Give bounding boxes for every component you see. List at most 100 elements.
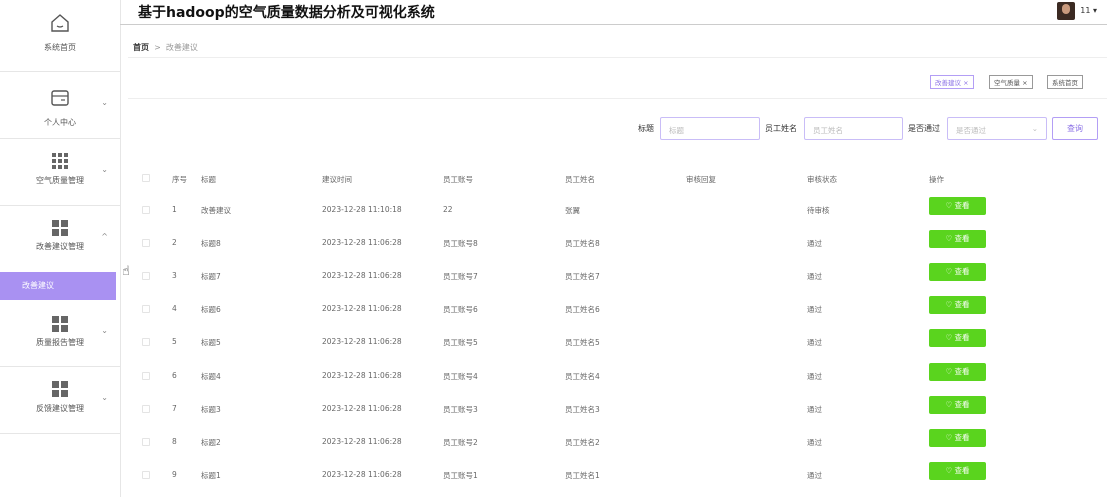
cell-time: 2023-12-28 11:06:28	[322, 436, 402, 446]
sidebar-item-label: 反馈建议管理	[36, 404, 84, 413]
pass-label: 是否通过	[908, 124, 940, 133]
cell-account: 员工账号6	[443, 305, 478, 315]
column-header: 建议时间	[322, 175, 352, 184]
tab-home[interactable]: 系统首页	[1047, 75, 1083, 89]
cell-name: 员工姓名3	[565, 404, 600, 414]
select-all-checkbox[interactable]	[142, 174, 150, 182]
breadcrumb: 首页 > 改善建议	[133, 42, 198, 53]
breadcrumb-separator: >	[154, 43, 161, 52]
row-checkbox[interactable]	[142, 371, 150, 380]
view-button[interactable]: ♡ 查看	[929, 362, 986, 381]
tab-air-quality[interactable]: 空气质量 ×	[989, 75, 1033, 89]
user-menu[interactable]: 11 ▾	[1080, 6, 1097, 15]
view-button[interactable]: ♡ 查看	[929, 395, 986, 414]
cell-title: 标题6	[201, 305, 221, 315]
cell-account: 员工账号8	[443, 239, 478, 249]
cell-title: 标题5	[201, 338, 221, 348]
breadcrumb-home[interactable]: 首页	[133, 43, 149, 52]
table-row: 9 标题1 2023-12-28 11:06:28 员工账号1 员工姓名1 通过 ♡ 查看	[128, 458, 1107, 491]
pass-select-value: 是否通过	[956, 126, 986, 135]
search-button[interactable]: 查询	[1052, 117, 1098, 140]
view-button[interactable]: ♡ 查看	[929, 230, 986, 249]
column-header: 员工姓名	[565, 175, 595, 184]
sidebar-item-personal[interactable]: ⌄ 个人中心	[0, 72, 120, 139]
row-checkbox[interactable]	[142, 206, 150, 214]
view-button[interactable]: ♡ 查看	[929, 461, 986, 480]
cell-time: 2023-12-28 11:06:28	[322, 271, 402, 281]
table-row: 7 标题3 2023-12-28 11:06:28 员工账号3 员工姓名3 通过 ♡ 查看	[128, 392, 1107, 425]
title-input[interactable]: 标题	[660, 117, 760, 140]
cell-status: 待审核	[807, 206, 830, 215]
view-button[interactable]: ♡ 查看	[929, 197, 986, 215]
app-title: 基于hadoop的空气质量数据分析及可视化系统	[138, 5, 435, 21]
apps-icon	[52, 316, 68, 332]
sidebar-item-air-quality[interactable]: ⌄ 空气质量管理	[0, 139, 120, 206]
sidebar-item-label: 个人中心	[44, 118, 76, 127]
hand-cursor-icon: ☝	[122, 264, 130, 279]
employee-name-label: 员工姓名	[765, 124, 797, 133]
tab-suggestion[interactable]: 改善建议 ×	[930, 75, 974, 89]
cell-time: 2023-12-28 11:06:28	[322, 370, 402, 380]
column-header: 标题	[201, 175, 216, 184]
cell-status: 通过	[807, 437, 822, 447]
sidebar-subitem-suggestion[interactable]: 改善建议	[0, 272, 116, 300]
cell-time: 2023-12-28 11:06:28	[322, 304, 402, 314]
grid-icon	[52, 153, 68, 169]
cell-title: 标题1	[201, 470, 221, 480]
apps-icon	[52, 220, 68, 236]
row-checkbox[interactable]	[142, 437, 150, 446]
cell-status: 通过	[807, 305, 822, 315]
cell-title: 标题2	[201, 437, 221, 447]
sidebar-item-label: 改善建议管理	[36, 242, 84, 251]
view-button[interactable]: ♡ 查看	[929, 296, 986, 315]
sidebar-item-label: 质量报告管理	[36, 338, 84, 347]
pass-select[interactable]: 是否通过 ⌄	[947, 117, 1047, 140]
row-checkbox[interactable]	[142, 470, 150, 479]
cell-no: 6	[172, 370, 177, 380]
row-checkbox[interactable]	[142, 272, 150, 281]
column-header: 序号	[172, 175, 187, 184]
table-row: 3 标题7 2023-12-28 11:06:28 员工账号7 员工姓名7 通过 ♡ 查看	[128, 259, 1107, 292]
sidebar-item-suggestion[interactable]: ^ 改善建议管理	[0, 206, 120, 272]
cell-time: 2023-12-28 11:06:28	[322, 337, 402, 347]
wallet-icon	[51, 90, 69, 106]
avatar[interactable]	[1057, 2, 1075, 20]
cell-name: 员工姓名2	[565, 437, 600, 447]
sidebar-item-home[interactable]: 系统首页	[0, 0, 120, 72]
column-header: 操作	[929, 175, 944, 184]
chevron-down-icon: ⌄	[101, 393, 108, 402]
row-checkbox[interactable]	[142, 239, 150, 248]
cell-no: 3	[172, 271, 177, 281]
chevron-down-icon: ⌄	[1031, 124, 1038, 133]
cell-status: 通过	[807, 470, 822, 480]
table-row: 5 标题5 2023-12-28 11:06:28 员工账号5 员工姓名5 通过 ♡ 查看	[128, 325, 1107, 358]
row-checkbox[interactable]	[142, 338, 150, 347]
cell-account: 员工账号3	[443, 404, 478, 414]
cell-no: 8	[172, 436, 177, 446]
row-checkbox[interactable]	[142, 404, 150, 413]
row-checkbox[interactable]	[142, 305, 150, 314]
view-button[interactable]: ♡ 查看	[929, 329, 986, 348]
chevron-up-icon: ^	[101, 232, 108, 241]
cell-account: 22	[443, 205, 453, 214]
cell-no: 7	[172, 403, 177, 413]
cell-title: 标题7	[201, 272, 221, 282]
sidebar-item-feedback[interactable]: ⌄ 反馈建议管理	[0, 367, 120, 434]
view-button[interactable]: ♡ 查看	[929, 263, 986, 282]
employee-name-input[interactable]: 员工姓名	[804, 117, 903, 140]
title-label: 标题	[638, 124, 654, 133]
chevron-down-icon: ⌄	[101, 326, 108, 335]
cell-title: 改善建议	[201, 206, 231, 215]
divider	[128, 57, 1107, 58]
cell-account: 员工账号1	[443, 470, 478, 480]
sidebar: 系统首页 ⌄ 个人中心 ⌄ 空气质量管理 ^ 改善建议管理 改善建议 ⌄ 质量报…	[0, 0, 121, 497]
cell-name: 员工姓名1	[565, 470, 600, 480]
table-row: 8 标题2 2023-12-28 11:06:28 员工账号2 员工姓名2 通过 ♡ 查看	[128, 425, 1107, 458]
column-header: 员工账号	[443, 175, 473, 184]
sidebar-item-report[interactable]: ⌄ 质量报告管理	[0, 300, 120, 367]
view-button[interactable]: ♡ 查看	[929, 428, 986, 447]
table-row: 2 标题8 2023-12-28 11:06:28 员工账号8 员工姓名8 通过 ♡ 查看	[128, 226, 1107, 259]
cell-account: 员工账号7	[443, 272, 478, 282]
cell-no: 1	[172, 205, 177, 214]
cell-name: 员工姓名6	[565, 305, 600, 315]
